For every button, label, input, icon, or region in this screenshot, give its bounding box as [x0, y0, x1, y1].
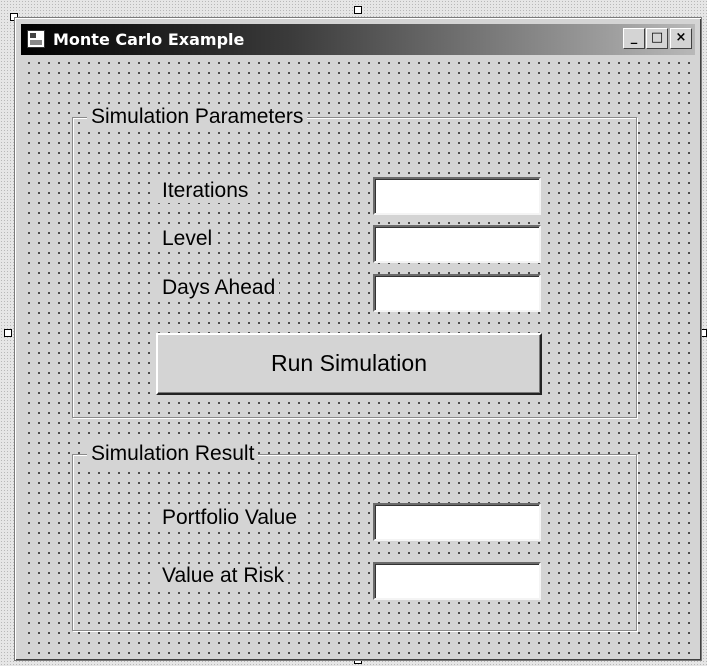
title-bar[interactable]: Monte Carlo Example _ □ ×	[21, 24, 695, 55]
iterations-label: Iterations	[158, 179, 253, 203]
maximize-icon: □	[650, 30, 664, 45]
resize-handle-middle-left[interactable]	[4, 329, 12, 337]
portfolio-value-label: Portfolio Value	[158, 506, 302, 530]
portfolio-value-output[interactable]	[373, 503, 541, 541]
iterations-input[interactable]	[373, 177, 541, 215]
form-client-area: Simulation Parameters Iterations Level D…	[21, 55, 695, 654]
resize-handle-top-center[interactable]	[354, 6, 362, 14]
form-window: Monte Carlo Example _ □ × Simulation Par…	[14, 17, 702, 661]
simulation-parameters-title: Simulation Parameters	[87, 105, 308, 129]
level-input[interactable]	[373, 225, 541, 263]
days-ahead-label: Days Ahead	[158, 276, 280, 300]
maximize-button[interactable]: □	[646, 28, 668, 49]
level-label: Level	[158, 227, 217, 251]
value-at-risk-output[interactable]	[373, 562, 541, 600]
days-ahead-input[interactable]	[373, 274, 541, 312]
value-at-risk-label: Value at Risk	[158, 564, 289, 588]
window-title: Monte Carlo Example	[53, 30, 245, 49]
minimize-button[interactable]: _	[623, 28, 645, 49]
simulation-result-group: Simulation Result	[72, 442, 637, 631]
simulation-result-title: Simulation Result	[87, 442, 259, 466]
run-simulation-button[interactable]: Run Simulation	[156, 333, 542, 395]
close-button[interactable]: ×	[670, 28, 692, 49]
app-icon[interactable]	[27, 30, 45, 48]
minimize-icon: _	[630, 30, 638, 45]
close-icon: ×	[675, 30, 687, 45]
